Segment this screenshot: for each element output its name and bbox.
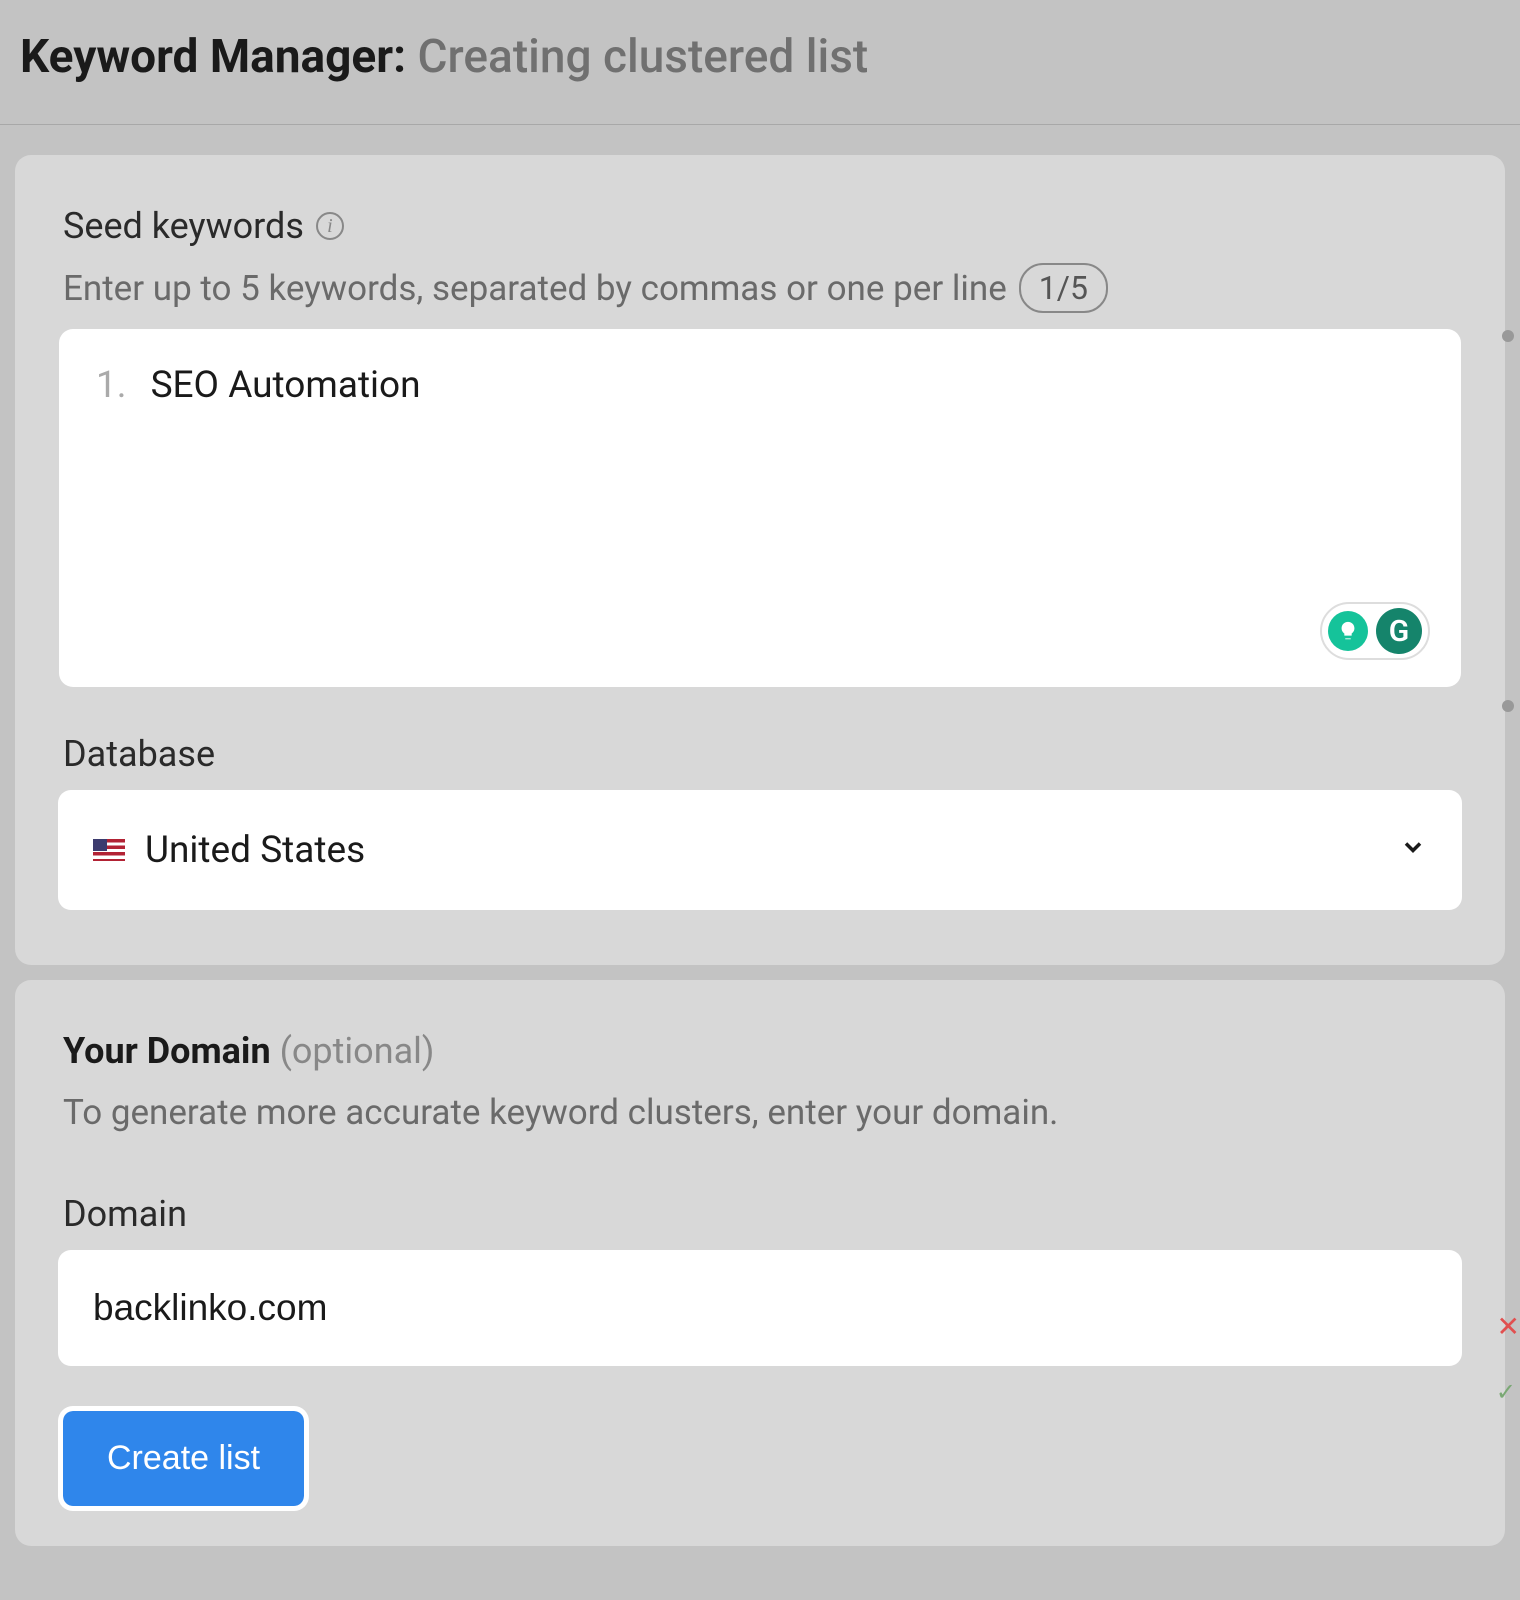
your-domain-title: Your Domain	[63, 1030, 271, 1072]
your-domain-card: Your Domain (optional) To generate more …	[15, 980, 1505, 1546]
keyword-line-number: 1.	[96, 364, 127, 407]
info-icon[interactable]: i	[316, 212, 344, 240]
header-title-suffix: Creating clustered list	[406, 30, 868, 84]
keywords-counter: 1/5	[1019, 263, 1108, 313]
grammarly-widget[interactable]: G	[1320, 602, 1430, 660]
database-selected-value: United States	[145, 829, 1399, 872]
seed-keywords-input[interactable]: 1. SEO Automation G	[63, 333, 1457, 683]
us-flag-icon	[93, 839, 125, 861]
scrollbar-marker-error-icon: ✕	[1497, 1310, 1520, 1343]
scrollbar-marker-dot	[1502, 700, 1514, 712]
your-domain-help: To generate more accurate keyword cluste…	[63, 1092, 1457, 1133]
scrollbar-marker-check-icon: ✓	[1496, 1378, 1516, 1406]
your-domain-optional: (optional)	[271, 1030, 435, 1072]
header-title-prefix: Keyword Manager:	[20, 30, 406, 84]
database-label: Database	[63, 733, 1457, 775]
domain-field-label: Domain	[63, 1193, 1457, 1235]
seed-keywords-label: Seed keywords	[63, 205, 304, 247]
domain-input[interactable]	[63, 1255, 1457, 1361]
seed-keywords-help: Enter up to 5 keywords, separated by com…	[63, 263, 1457, 313]
grammarly-g-icon[interactable]: G	[1376, 608, 1422, 654]
scrollbar-marker-dot	[1502, 330, 1514, 342]
database-select[interactable]: United States	[63, 795, 1457, 905]
grammarly-bulb-icon[interactable]	[1328, 611, 1368, 651]
keyword-line-text: SEO Automation	[151, 364, 421, 407]
create-list-button[interactable]: Create list	[63, 1411, 304, 1506]
seed-keywords-help-text: Enter up to 5 keywords, separated by com…	[63, 268, 1007, 309]
seed-keywords-card: Seed keywords i Enter up to 5 keywords, …	[15, 155, 1505, 965]
page-header: Keyword Manager: Creating clustered list	[0, 0, 1520, 125]
chevron-down-icon	[1399, 833, 1427, 867]
